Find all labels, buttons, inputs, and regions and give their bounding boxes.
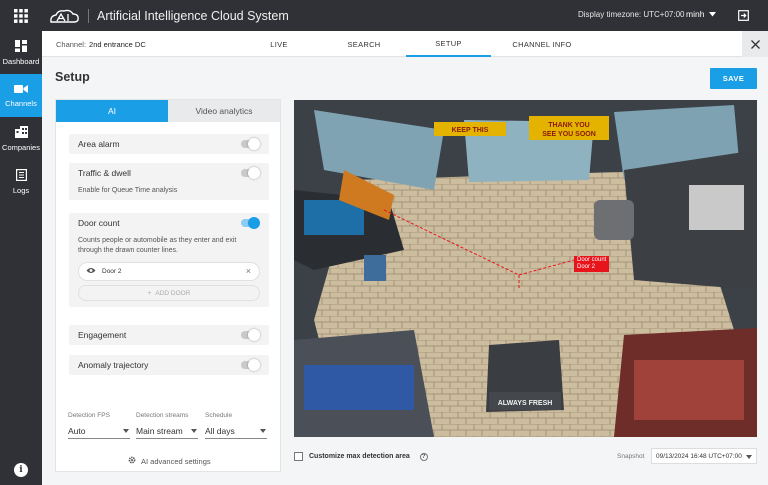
chevron-down-icon xyxy=(709,9,717,19)
save-button[interactable]: SAVE xyxy=(710,68,757,89)
timezone-label[interactable]: Display timezone: UTC+07:00 xyxy=(578,10,685,19)
video-camera-icon xyxy=(14,84,28,96)
sidebar-item-companies[interactable]: Companies xyxy=(0,117,42,160)
schedule-select[interactable]: All days xyxy=(205,424,267,439)
feature-label: Anomaly trajectory xyxy=(78,360,149,370)
feature-label: Traffic & dwell xyxy=(78,168,131,178)
camera-snapshot: KEEP THIS THANK YOU SEE YOU SOON ALWAYS … xyxy=(294,100,757,437)
ai-advanced-settings-link[interactable]: AI advanced settings xyxy=(128,456,211,466)
channel-prefix: Channel: xyxy=(56,40,87,49)
schedule-label: Schedule xyxy=(205,412,233,419)
overlay-line-1: Door count xyxy=(577,257,607,263)
sign-right-text-1: THANK YOU xyxy=(548,122,589,129)
feature-header: Engagement xyxy=(69,325,269,345)
top-bar: Artificial Intelligence Cloud System Dis… xyxy=(0,0,768,31)
feature-header: Traffic & dwell xyxy=(69,163,269,183)
sidebar-item-label: Channels xyxy=(5,98,37,108)
plus-icon: + xyxy=(147,289,152,297)
customize-label: Customize max detection area xyxy=(309,453,410,460)
tab-ai[interactable]: AI xyxy=(56,100,168,122)
user-name: minh xyxy=(686,9,705,19)
overlay-line-2: Door 2 xyxy=(577,264,596,270)
channel-name: Channel: 2nd entrance DC xyxy=(56,40,146,49)
tab-search[interactable]: SEARCH xyxy=(327,31,401,57)
engagement-toggle[interactable] xyxy=(241,329,260,341)
tab-channel-info[interactable]: CHANNEL INFO xyxy=(497,31,587,57)
sidebar-item-label: Logs xyxy=(12,185,30,195)
detection-streams-value: Main stream xyxy=(136,426,183,436)
channel-name-value: 2nd entrance DC xyxy=(89,40,146,49)
info-icon[interactable]: i xyxy=(14,463,28,477)
customize-detection-area: Customize max detection area ? xyxy=(294,452,428,461)
tab-live[interactable]: LIVE xyxy=(242,31,316,57)
log-list-icon xyxy=(15,168,27,183)
feature-header: Area alarm xyxy=(69,134,269,154)
door-item[interactable]: Door 2 × xyxy=(78,262,260,281)
remove-door-icon[interactable]: × xyxy=(246,266,251,276)
detection-streams-select[interactable]: Main stream xyxy=(136,424,198,439)
tab-video-analytics[interactable]: Video analytics xyxy=(168,100,280,122)
eye-icon[interactable] xyxy=(86,267,96,276)
sidebar-item-label: Companies xyxy=(2,142,40,152)
page-title: Setup xyxy=(55,70,90,84)
area-alarm-toggle[interactable] xyxy=(241,138,260,150)
caret-down-icon xyxy=(260,429,266,433)
caret-down-icon xyxy=(123,429,129,433)
sign-left-text: KEEP THIS xyxy=(452,127,489,134)
detection-fps-value: Auto xyxy=(68,426,86,436)
ai-cloud-logo[interactable] xyxy=(48,8,80,24)
sidebar-item-logs[interactable]: Logs xyxy=(0,160,42,203)
feature-anomaly-trajectory: Anomaly trajectory xyxy=(69,355,269,375)
schedule-value: All days xyxy=(205,426,235,436)
dashboard-icon xyxy=(15,39,27,54)
feature-header: Anomaly trajectory xyxy=(69,355,269,375)
caret-down-icon xyxy=(191,429,197,433)
add-door-label: ADD DOOR xyxy=(155,289,191,297)
caret-down-icon xyxy=(746,455,752,459)
feature-description: Counts people or automobile as they ente… xyxy=(78,237,237,254)
feature-door-count: Door count Counts people or automobile a… xyxy=(69,213,269,307)
snapshot-label: Snapshot xyxy=(617,453,645,460)
user-menu[interactable]: minh xyxy=(686,9,717,19)
feature-header: Door count xyxy=(69,213,269,233)
detection-streams-label: Detection streams xyxy=(136,412,189,419)
building-icon xyxy=(14,125,28,140)
sidebar-item-label: Dashboard xyxy=(2,56,40,66)
sidebar-item-channels[interactable]: Channels xyxy=(0,74,42,117)
add-door-button[interactable]: + ADD DOOR xyxy=(78,285,260,301)
app-title: Artificial Intelligence Cloud System xyxy=(88,8,289,23)
customize-checkbox[interactable] xyxy=(294,452,303,461)
tab-setup[interactable]: SETUP xyxy=(406,31,491,57)
sidebar: Dashboard Channels Companies Logs i xyxy=(0,31,42,485)
sidebar-item-dashboard[interactable]: Dashboard xyxy=(0,31,42,74)
gear-icon xyxy=(128,456,136,466)
detection-fps-label: Detection FPS xyxy=(68,412,110,419)
detection-fps-select[interactable]: Auto xyxy=(68,424,130,439)
feature-area-alarm: Area alarm xyxy=(69,134,269,154)
snapshot-select[interactable]: 09/13/2024 16:48 UTC+07:00 xyxy=(651,448,757,464)
help-icon[interactable]: ? xyxy=(419,452,428,461)
sign-right-text-2: SEE YOU SOON xyxy=(542,131,596,138)
feature-description: Enable for Queue Time analysis xyxy=(78,187,178,194)
box-text: ALWAYS FRESH xyxy=(498,400,553,407)
panel-tabs: AI Video analytics xyxy=(56,100,280,122)
camera-view[interactable]: KEEP THIS THANK YOU SEE YOU SOON ALWAYS … xyxy=(294,100,757,437)
advanced-settings-label: AI advanced settings xyxy=(141,456,211,466)
feature-label: Engagement xyxy=(78,330,127,340)
logout-icon[interactable] xyxy=(738,8,749,26)
feature-label: Door count xyxy=(78,218,120,228)
snapshot-value: 09/13/2024 16:48 UTC+07:00 xyxy=(656,452,742,460)
feature-engagement: Engagement xyxy=(69,325,269,345)
close-icon[interactable] xyxy=(742,31,768,57)
door-name: Door 2 xyxy=(102,268,122,275)
door-count-overlay: Door count Door 2 xyxy=(574,256,610,272)
feature-traffic-dwell: Traffic & dwell Enable for Queue Time an… xyxy=(69,163,269,200)
traffic-dwell-toggle[interactable] xyxy=(241,167,260,179)
door-count-toggle[interactable] xyxy=(241,217,260,229)
feature-label: Area alarm xyxy=(78,139,120,149)
channel-tab-bar: Channel: 2nd entrance DC LIVE SEARCH SETU… xyxy=(42,31,768,57)
app-grid-icon[interactable] xyxy=(0,0,42,31)
anomaly-trajectory-toggle[interactable] xyxy=(241,359,260,371)
